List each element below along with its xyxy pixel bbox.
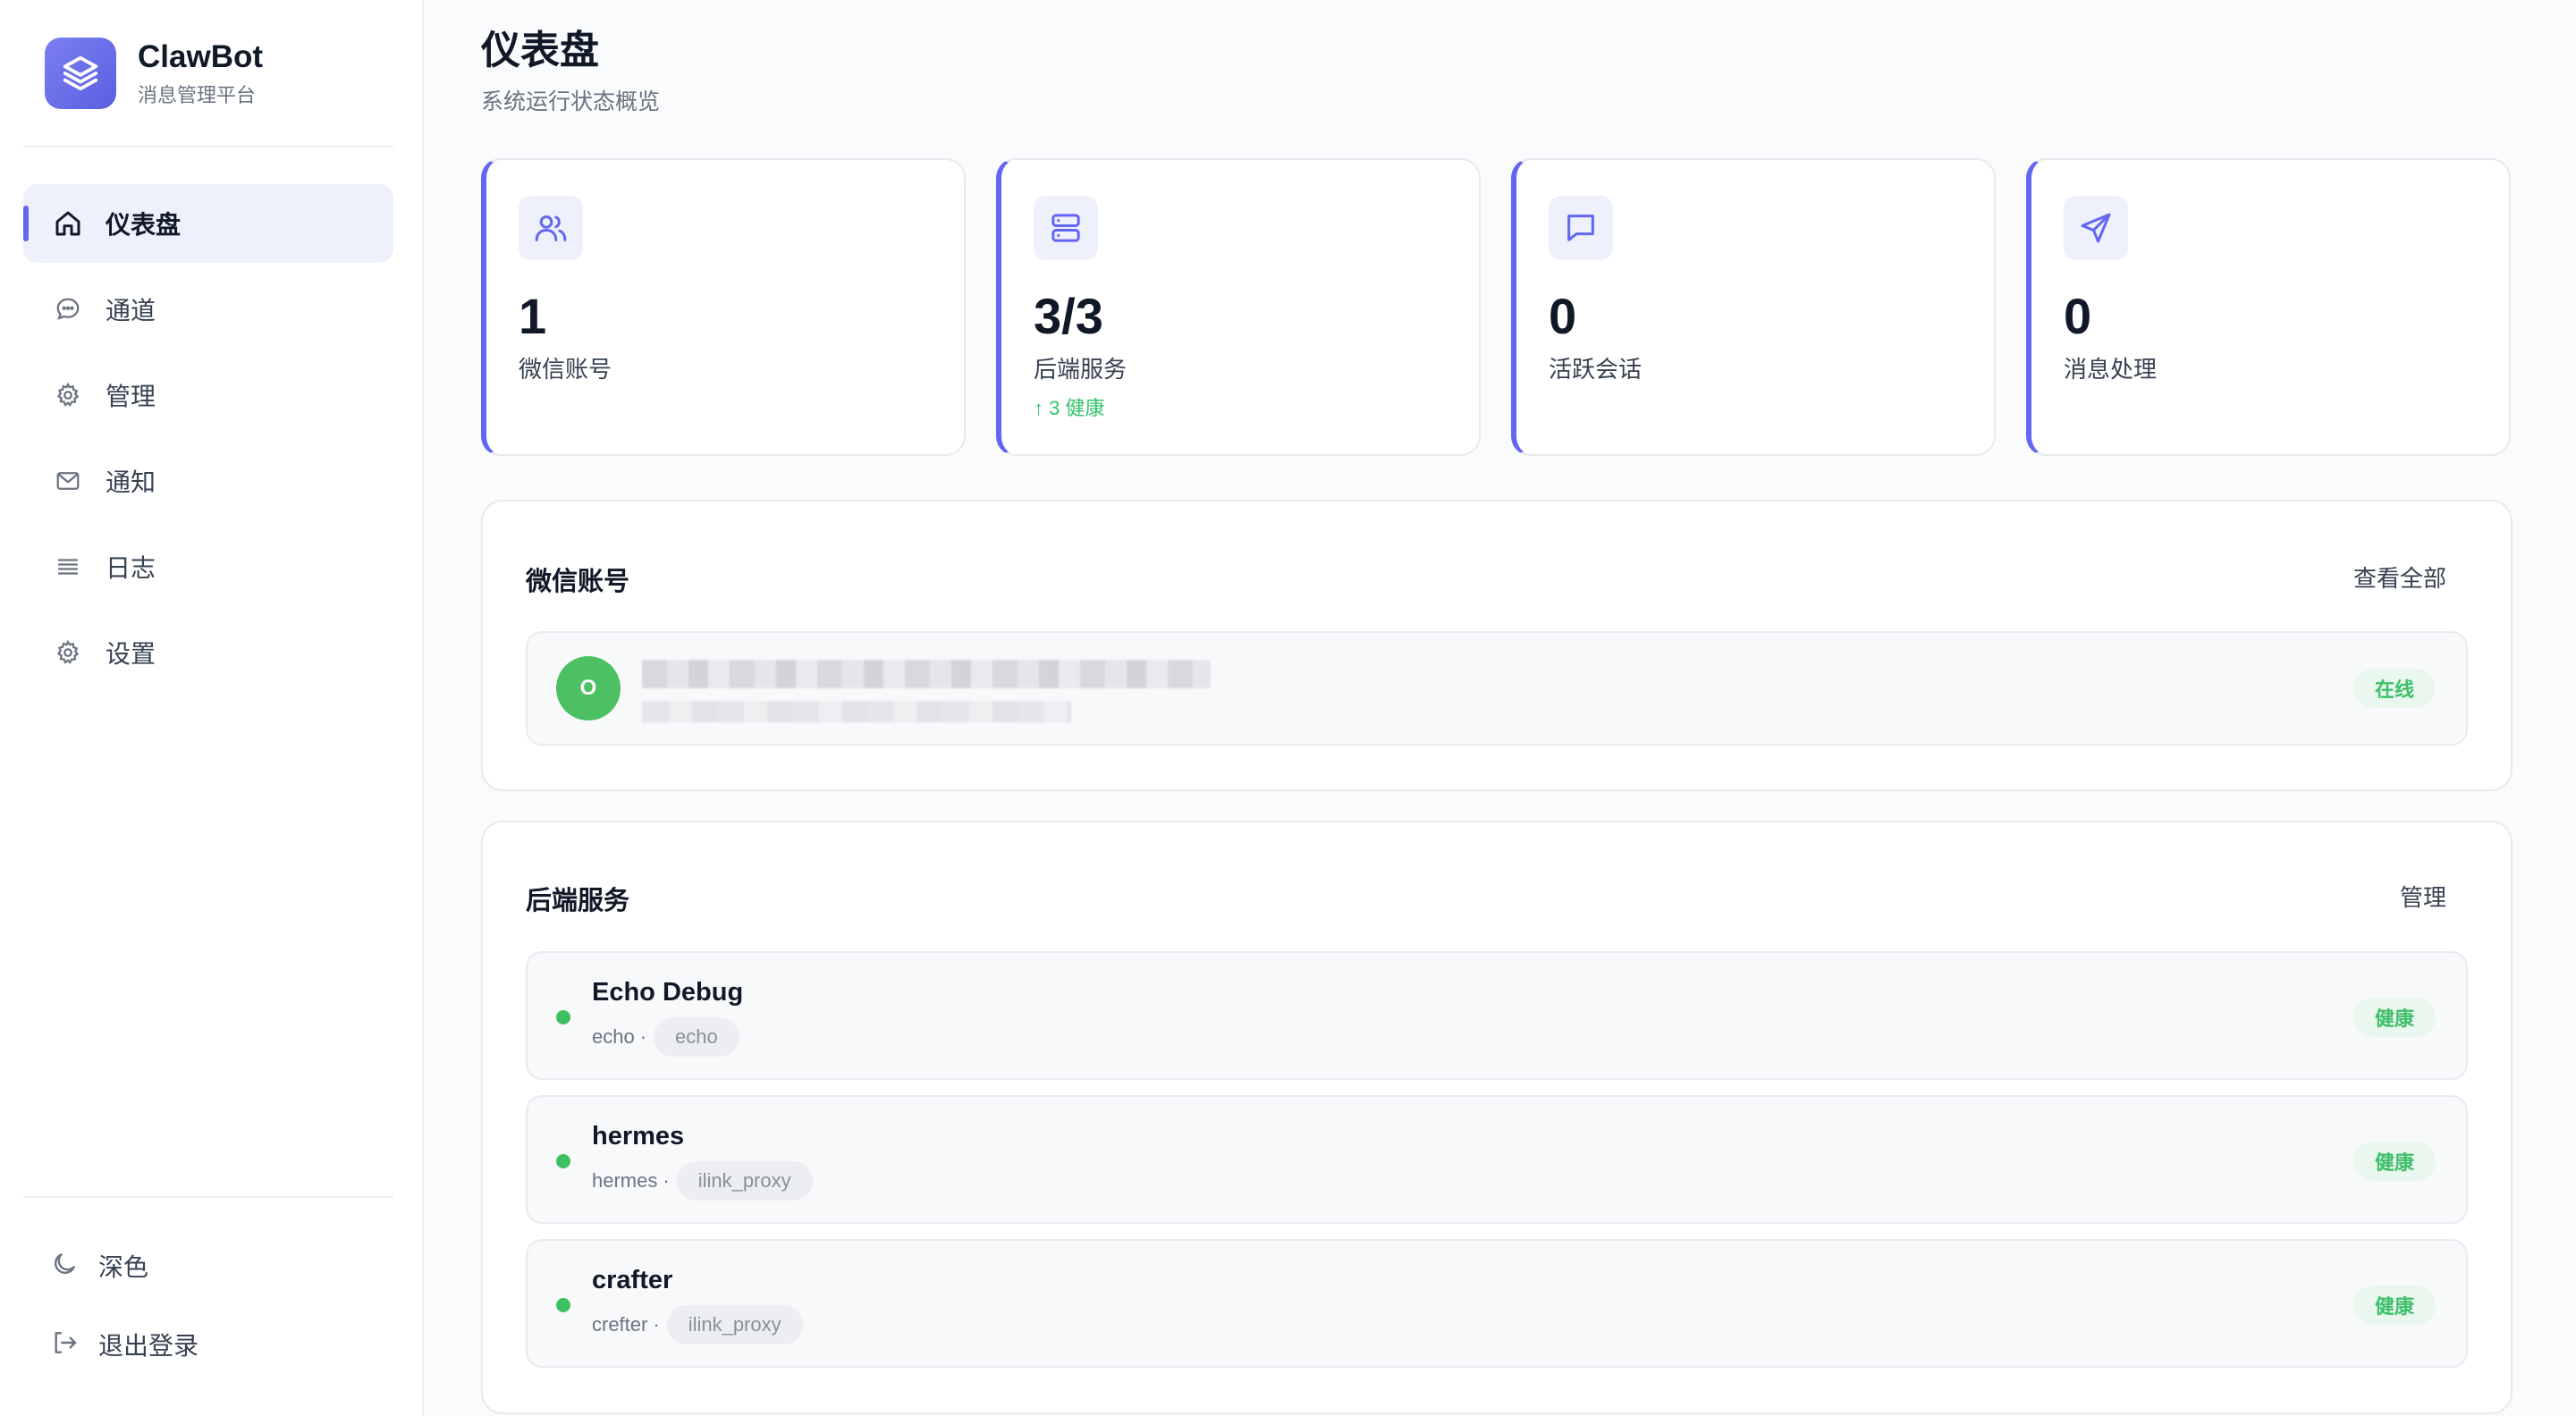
sidebar-item-label: 日志 <box>106 554 156 582</box>
redacted-account-id <box>642 701 1071 722</box>
users-icon <box>519 196 583 260</box>
sidebar-item-channels[interactable]: 通道 <box>23 270 393 349</box>
dark-mode-label: 深色 <box>98 1253 149 1281</box>
sidebar-divider <box>23 1196 393 1198</box>
logout-label: 退出登录 <box>98 1332 199 1360</box>
service-id: echo <box>592 1025 635 1048</box>
sidebar-item-label: 设置 <box>106 640 156 668</box>
service-type-chip: ilink_proxy <box>676 1161 813 1201</box>
separator: · <box>653 1313 660 1336</box>
stat-label: 消息处理 <box>2064 356 2158 383</box>
panel-title: 微信账号 <box>526 568 630 596</box>
separator: · <box>663 1169 670 1192</box>
sidebar-item-manage[interactable]: 管理 <box>23 356 393 434</box>
panel-title: 后端服务 <box>526 887 630 915</box>
stat-card-sessions[interactable]: 0 活跃会话 <box>1511 158 1996 456</box>
stat-value: 3/3 <box>1034 288 1103 344</box>
status-badge: 健康 <box>2352 1142 2436 1181</box>
dark-mode-toggle[interactable]: 深色 <box>50 1248 148 1284</box>
service-type-chip: ilink_proxy <box>666 1305 803 1344</box>
gear-icon <box>52 636 84 669</box>
sidebar-item-label: 通道 <box>106 297 156 324</box>
service-meta: hermes · ilink_proxy <box>592 1161 813 1201</box>
manage-link[interactable]: 管理 <box>2400 880 2446 913</box>
message-square-icon <box>1549 196 1613 260</box>
send-icon <box>2064 196 2128 260</box>
sidebar-item-logs[interactable]: 日志 <box>23 527 393 606</box>
stat-label: 活跃会话 <box>1549 356 1643 383</box>
avatar: O <box>556 656 621 721</box>
sidebar-item-label: 仪表盘 <box>106 211 182 239</box>
service-name: hermes <box>592 1122 685 1150</box>
accounts-panel: 微信账号 查看全部 O 在线 <box>481 500 2513 791</box>
list-icon <box>52 551 84 583</box>
stat-value: 1 <box>519 288 547 344</box>
sidebar-divider <box>23 146 393 148</box>
logout-button[interactable]: 退出登录 <box>50 1327 198 1362</box>
account-row[interactable]: O 在线 <box>526 631 2468 746</box>
service-meta: crefter · ilink_proxy <box>592 1305 803 1344</box>
service-type-chip: echo <box>654 1017 739 1057</box>
stat-label: 后端服务 <box>1034 356 1128 383</box>
status-dot <box>556 1298 570 1312</box>
page-subtitle: 系统运行状态概览 <box>481 89 661 114</box>
stat-card-messages[interactable]: 0 消息处理 <box>2026 158 2511 456</box>
gear-icon <box>52 379 84 411</box>
sidebar-item-label: 管理 <box>106 383 156 410</box>
sidebar-item-dashboard[interactable]: 仪表盘 <box>23 184 393 263</box>
mail-icon <box>52 465 84 497</box>
sidebar-item-notifications[interactable]: 通知 <box>23 442 393 520</box>
moon-icon <box>50 1250 79 1283</box>
service-name: crafter <box>592 1266 673 1294</box>
stat-label: 微信账号 <box>519 356 612 383</box>
server-icon <box>1034 196 1098 260</box>
logout-icon <box>50 1328 79 1361</box>
brand[interactable]: ClawBot 消息管理平台 <box>45 38 263 109</box>
stat-card-accounts[interactable]: 1 微信账号 <box>481 158 966 456</box>
service-meta: echo · echo <box>592 1017 739 1057</box>
service-id: hermes <box>592 1169 658 1192</box>
stat-card-services[interactable]: 3/3 后端服务 ↑ 3 健康 <box>996 158 1481 456</box>
home-icon <box>52 207 84 240</box>
service-name: Echo Debug <box>592 978 744 1007</box>
stat-value: 0 <box>2064 288 2092 344</box>
service-id: crefter <box>592 1313 648 1336</box>
chat-bubble-icon <box>52 293 84 325</box>
stat-value: 0 <box>1549 288 1577 344</box>
stat-trend: ↑ 3 健康 <box>1034 397 1105 419</box>
page-title: 仪表盘 <box>481 29 599 72</box>
status-dot <box>556 1010 570 1024</box>
view-all-link[interactable]: 查看全部 <box>2353 560 2446 594</box>
service-row[interactable]: crafter crefter · ilink_proxy 健康 <box>526 1239 2468 1368</box>
brand-subtitle: 消息管理平台 <box>138 84 257 106</box>
status-dot <box>556 1154 570 1168</box>
status-badge: 在线 <box>2352 669 2436 708</box>
redacted-account-name <box>642 660 1211 688</box>
service-row[interactable]: Echo Debug echo · echo 健康 <box>526 951 2468 1080</box>
app-root: ClawBot 消息管理平台 仪表盘 通道 管理 通知 日志 设置 深色 退出登… <box>0 0 2576 1416</box>
service-row[interactable]: hermes hermes · ilink_proxy 健康 <box>526 1095 2468 1224</box>
services-panel: 后端服务 管理 Echo Debug echo · echo 健康 hermes… <box>481 821 2513 1414</box>
sidebar-item-settings[interactable]: 设置 <box>23 613 393 692</box>
status-badge: 健康 <box>2352 1285 2436 1325</box>
sidebar: ClawBot 消息管理平台 仪表盘 通道 管理 通知 日志 设置 深色 退出登… <box>0 0 424 1416</box>
sidebar-item-label: 通知 <box>106 468 156 496</box>
brand-name: ClawBot <box>138 39 263 74</box>
sidebar-nav: 仪表盘 通道 管理 通知 日志 设置 <box>23 184 393 699</box>
layers-icon <box>45 38 116 109</box>
separator: · <box>639 1025 647 1048</box>
status-badge: 健康 <box>2352 998 2436 1037</box>
